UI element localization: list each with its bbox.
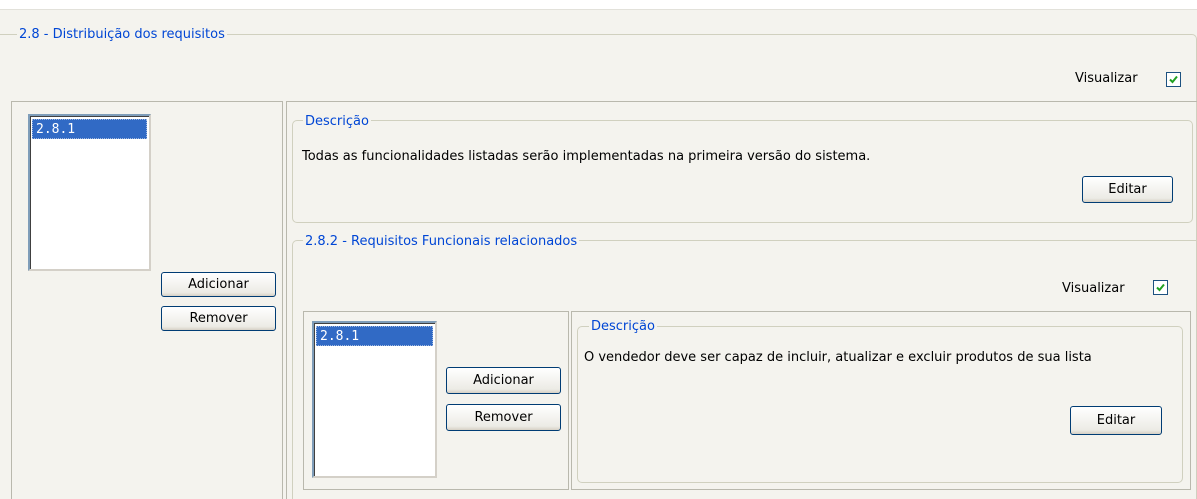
functional-visualizar-checkbox[interactable] [1153, 280, 1168, 295]
functional-descricao-text: O vendedor deve ser capaz de incluir, at… [584, 350, 1092, 365]
requisitos-list[interactable]: 2.8.1 [28, 114, 151, 271]
edit-button[interactable]: Editar [1082, 176, 1173, 203]
functional-remove-button[interactable]: Remover [446, 404, 561, 431]
functional-edit-button[interactable]: Editar [1070, 406, 1162, 435]
descricao-group [292, 120, 1193, 223]
functional-list[interactable]: 2.8.1 [312, 321, 437, 478]
list-item[interactable]: 2.8.1 [32, 119, 147, 139]
functional-title: 2.8.2 - Requisitos Funcionais relacionad… [303, 234, 580, 250]
checkmark-icon [1156, 283, 1165, 292]
descricao-text: Todas as funcionalidades listadas serão … [302, 149, 871, 164]
visualizar-label: Visualizar [1075, 71, 1138, 86]
descricao-title: Descrição [303, 114, 371, 130]
checkmark-icon [1169, 75, 1178, 84]
functional-visualizar-label: Visualizar [1062, 281, 1125, 296]
list-item[interactable]: 2.8.1 [316, 326, 433, 346]
remove-button[interactable]: Remover [161, 306, 276, 331]
functional-descricao-title: Descrição [589, 319, 657, 335]
add-button[interactable]: Adicionar [161, 272, 276, 297]
visualizar-checkbox[interactable] [1166, 72, 1181, 87]
functional-add-button[interactable]: Adicionar [446, 367, 561, 394]
top-strip [0, 0, 1197, 10]
section-title: 2.8 - Distribuição dos requisitos [17, 27, 227, 43]
